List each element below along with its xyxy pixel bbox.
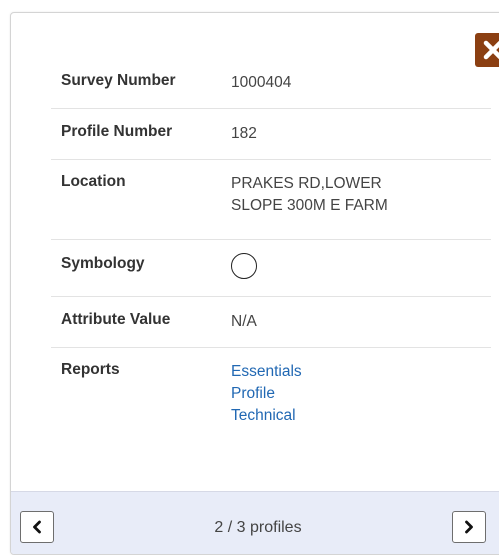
profile-report-link[interactable]: Profile (231, 383, 302, 405)
survey-number-value: 1000404 (231, 74, 292, 91)
reports-links: Essentials Profile Technical (231, 361, 302, 427)
reports-label: Reports (61, 361, 120, 378)
row-location: Location PRAKES RD,LOWER SLOPE 300M E FA… (51, 160, 491, 240)
pagination-footer: 2 / 3 profiles (11, 491, 499, 554)
profile-number-label: Profile Number (61, 123, 173, 140)
next-profile-button[interactable] (452, 511, 486, 543)
chevron-right-icon (465, 520, 473, 534)
attribute-value-value: N/A (231, 313, 257, 330)
attribute-table: Survey Number 1000404 Profile Number 182… (51, 57, 491, 458)
row-symbology: Symbology (51, 240, 491, 297)
row-reports: Reports Essentials Profile Technical (51, 348, 491, 458)
page-indicator: 2 / 3 profiles (214, 519, 302, 536)
profile-number-value: 182 (231, 125, 257, 142)
survey-number-label: Survey Number (61, 72, 176, 89)
row-survey-number: Survey Number 1000404 (51, 57, 491, 109)
attribute-value-label: Attribute Value (61, 311, 171, 328)
location-value: PRAKES RD,LOWER SLOPE 300M E FARM (231, 173, 388, 217)
symbology-circle-icon (231, 253, 257, 279)
feature-popup: Survey Number 1000404 Profile Number 182… (10, 12, 499, 555)
symbology-label: Symbology (61, 255, 145, 272)
technical-report-link[interactable]: Technical (231, 405, 302, 427)
essentials-report-link[interactable]: Essentials (231, 361, 302, 383)
row-attribute-value: Attribute Value N/A (51, 297, 491, 348)
location-line-1: PRAKES RD,LOWER (231, 175, 382, 192)
location-line-2: SLOPE 300M E FARM (231, 197, 388, 214)
location-label: Location (61, 173, 126, 190)
row-profile-number: Profile Number 182 (51, 109, 491, 160)
